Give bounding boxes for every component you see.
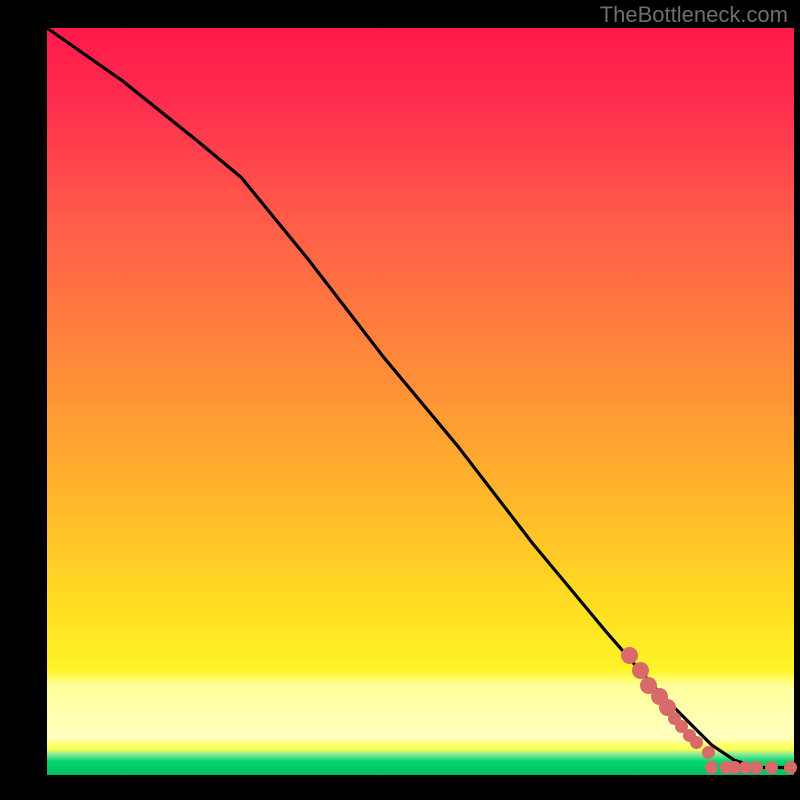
plot-area xyxy=(47,28,794,775)
data-marker xyxy=(784,761,797,774)
curve-layer xyxy=(47,28,794,775)
chart-frame: TheBottleneck.com xyxy=(0,0,800,800)
data-marker xyxy=(621,647,638,664)
attribution-text: TheBottleneck.com xyxy=(600,2,788,28)
bottleneck-curve xyxy=(47,28,794,768)
data-marker xyxy=(765,761,778,774)
data-marker xyxy=(702,746,715,759)
